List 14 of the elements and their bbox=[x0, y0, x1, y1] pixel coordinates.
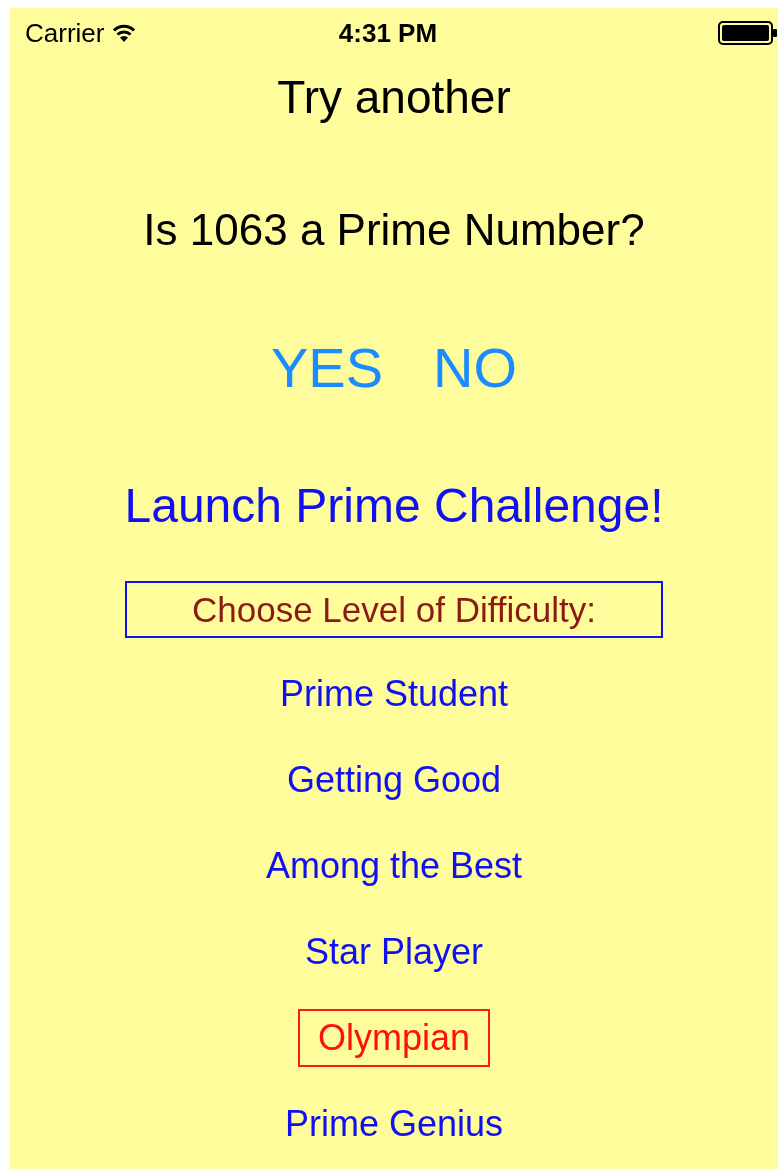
clock-time: 4:31 PM bbox=[338, 17, 438, 49]
difficulty-option[interactable]: Prime Genius bbox=[264, 1095, 524, 1153]
carrier-name: Carrier bbox=[25, 17, 105, 49]
screen-title: Try another bbox=[277, 70, 511, 124]
difficulty-option[interactable]: Star Player bbox=[284, 923, 504, 981]
difficulty-option[interactable]: Getting Good bbox=[266, 751, 522, 809]
difficulty-option[interactable]: Olympian bbox=[297, 1009, 491, 1067]
difficulty-option[interactable]: Prime Student bbox=[259, 665, 529, 723]
difficulty-label: Choose Level of Difficulty: bbox=[125, 581, 663, 638]
question-text: Is 1063 a Prime Number? bbox=[143, 205, 645, 255]
difficulty-option[interactable]: Among the Best bbox=[245, 837, 543, 895]
battery-icon bbox=[718, 21, 778, 45]
launch-challenge-button[interactable]: Launch Prime Challenge! bbox=[124, 477, 664, 533]
wifi-icon bbox=[112, 24, 137, 42]
